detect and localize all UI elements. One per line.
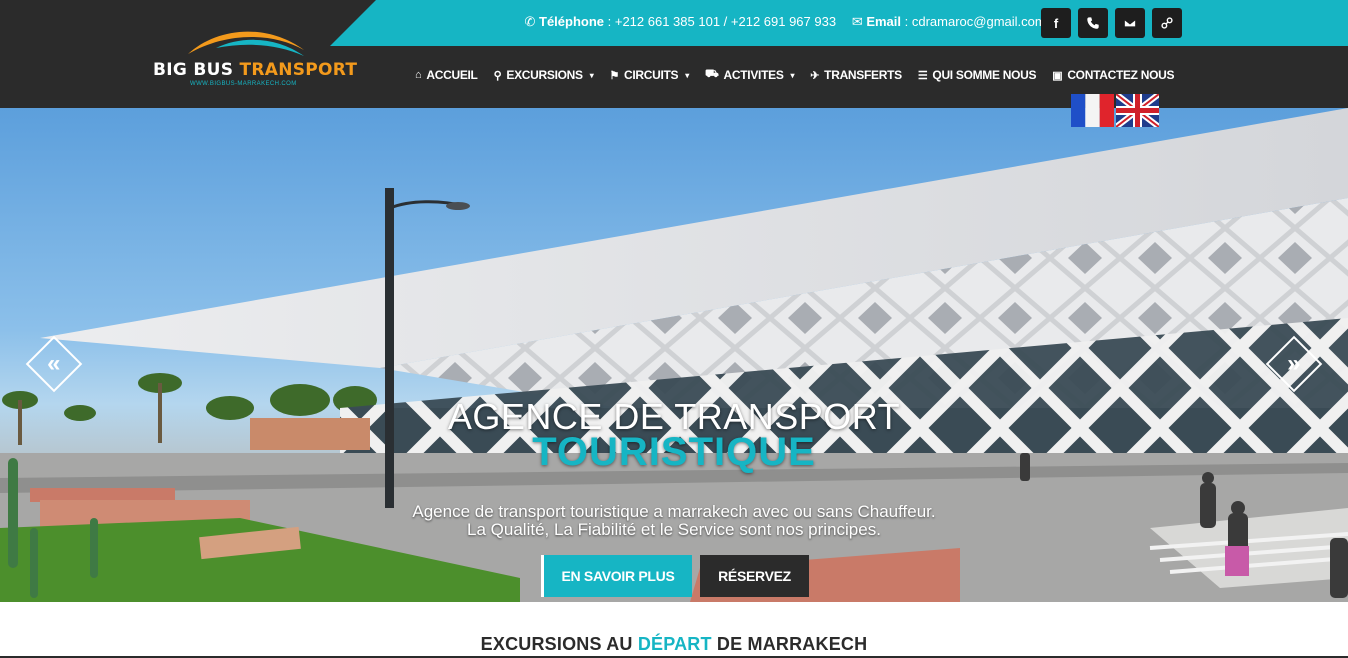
logo-word-transport: TRANSPORT <box>239 60 358 80</box>
car-icon: ⛟ <box>705 68 719 80</box>
home-icon: ⌂ <box>415 69 422 81</box>
uk-flag-icon[interactable] <box>1116 94 1159 127</box>
logo-url: WWW.BIGBUS-MARRAKECH.COM <box>190 81 297 87</box>
signpost-icon: ⚑ <box>609 69 619 82</box>
nav-item-circuits[interactable]: ⚑ CIRCUITS ▾ <box>609 68 689 82</box>
section-title: EXCURSIONS AU DÉPART DE MARRAKECH <box>0 634 1348 655</box>
facebook-icon: f <box>1053 15 1059 31</box>
nav-item-transferts[interactable]: ✈ TRANSFERTS <box>810 68 902 82</box>
caret-down-icon: ▾ <box>685 70 689 80</box>
section-title-part1: EXCURSIONS AU <box>480 634 633 654</box>
main-nav: ⌂ ACCUEIL ⚲ EXCURSIONS ▾ ⚑ CIRCUITS ▾ ⛟ … <box>415 68 1175 82</box>
list-icon: ☰ <box>917 69 928 82</box>
nav-label: CONTACTEZ NOUS <box>1067 68 1175 82</box>
link-icon <box>1161 17 1173 29</box>
nav-label: QUI SOMME NOUS <box>932 68 1037 82</box>
phone-value[interactable]: : +212 661 385 101 / +212 691 967 933 <box>608 14 836 29</box>
email-button[interactable] <box>1115 8 1145 38</box>
hero-slider: « » AGENCE DE TRANSPORT TOURISTIQUE Agen… <box>0 108 1348 602</box>
nav-item-contactez-nous[interactable]: ▣ CONTACTEZ NOUS <box>1052 68 1174 82</box>
map-marker-icon: ⚲ <box>493 69 502 82</box>
envelope-icon <box>1123 18 1137 28</box>
nav-item-activites[interactable]: ⛟ ACTIVITES ▾ <box>705 68 795 82</box>
nav-item-excursions[interactable]: ⚲ EXCURSIONS ▾ <box>494 68 594 82</box>
nav-label: CIRCUITS <box>624 68 679 82</box>
nav-label: TRANSFERTS <box>824 68 902 82</box>
hero-title-accent: TOURISTIQUE <box>532 430 816 474</box>
phone-icon <box>1087 17 1099 29</box>
site-logo[interactable]: BIG BUS TRANSPORT WWW.BIGBUS-MARRAKECH.C… <box>150 24 357 94</box>
facebook-button[interactable]: f <box>1041 8 1071 38</box>
language-switcher <box>1071 94 1159 127</box>
logo-word-big: BIG <box>153 60 188 80</box>
phone-icon: ✆ <box>524 14 536 29</box>
double-chevron-right-icon: » <box>1287 349 1301 377</box>
logo-wordmark: BIG BUS TRANSPORT <box>153 60 357 80</box>
hero-subtitle-line1: Agence de transport touristique a marrak… <box>412 502 936 521</box>
nav-label: EXCURSIONS <box>506 68 583 82</box>
logo-word-bus: BUS <box>193 60 234 80</box>
nav-label: ACTIVITES <box>723 68 784 82</box>
nav-label: ACCUEIL <box>426 68 478 82</box>
plane-icon: ✈ <box>810 69 820 82</box>
email-label: Email <box>866 14 902 29</box>
site-header: ✆ Téléphone : +212 661 385 101 / +212 691… <box>0 0 1348 108</box>
link-button[interactable] <box>1152 8 1182 38</box>
learn-more-button[interactable]: EN SAVOIR PLUS <box>541 555 692 597</box>
contact-info: ✆ Téléphone : +212 661 385 101 / +212 691… <box>524 14 1046 30</box>
email-value[interactable]: : cdramaroc@gmail.com <box>905 14 1046 29</box>
double-chevron-left-icon: « <box>47 349 61 377</box>
nav-item-qui-somme-nous[interactable]: ☰ QUI SOMME NOUS <box>917 68 1037 82</box>
hero-subtitle-line2: La Qualité, La Fiabilité et le Service s… <box>467 520 881 539</box>
nav-item-accueil[interactable]: ⌂ ACCUEIL <box>415 68 478 82</box>
caret-down-icon: ▾ <box>589 70 594 80</box>
french-flag-icon[interactable] <box>1071 94 1114 127</box>
section-title-part2: DE MARRAKECH <box>716 634 868 654</box>
caret-down-icon: ▾ <box>790 70 795 80</box>
briefcase-icon: ▣ <box>1052 69 1063 82</box>
social-links: f <box>1041 8 1182 38</box>
phone-button[interactable] <box>1078 8 1108 38</box>
phone-label: Téléphone <box>539 14 605 29</box>
envelope-icon: ✉ <box>851 14 863 29</box>
section-title-accent: DÉPART <box>637 634 712 654</box>
reserve-button[interactable]: RÉSERVEZ <box>700 555 809 597</box>
logo-swoosh <box>188 31 304 56</box>
